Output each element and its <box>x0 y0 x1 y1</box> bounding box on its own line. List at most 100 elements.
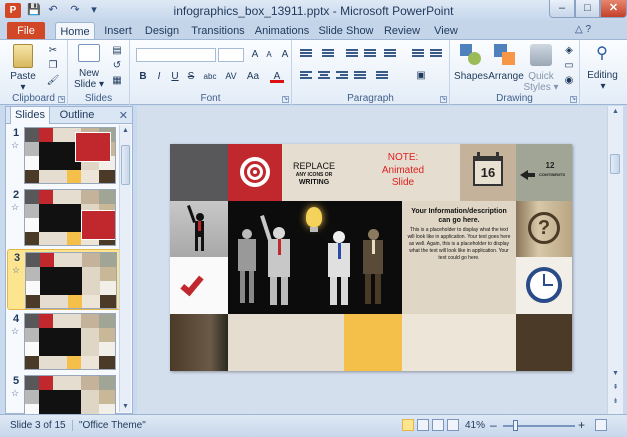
minimize-button[interactable]: – <box>549 0 575 18</box>
slide-thumbnail-2[interactable]: 2 ☆ <box>7 187 123 248</box>
slide-preview[interactable] <box>25 252 117 309</box>
tab-design[interactable]: Design <box>142 22 182 40</box>
tab-file[interactable]: File <box>7 22 45 40</box>
font-color-button[interactable]: A <box>270 70 284 83</box>
help-icon[interactable]: △ ? <box>575 24 591 35</box>
drawing-launcher-icon[interactable]: ↘ <box>570 96 577 103</box>
quick-styles-icon[interactable] <box>530 44 552 66</box>
slide-sorter-icon[interactable] <box>417 419 429 431</box>
shape-fill-icon[interactable]: ◈ <box>562 44 576 57</box>
clipboard-launcher-icon[interactable]: ↘ <box>58 96 65 103</box>
next-slide-icon[interactable]: ⇟ <box>610 396 621 407</box>
zoom-slider-thumb[interactable] <box>513 420 518 431</box>
section-icon[interactable]: ▦ <box>110 74 124 87</box>
tab-home[interactable]: Home <box>55 22 95 40</box>
scrollbar-thumb[interactable] <box>121 145 130 185</box>
close-pane-icon[interactable]: ✕ <box>119 109 128 122</box>
scroll-up-icon[interactable]: ▲ <box>120 125 131 136</box>
strikethrough-button[interactable]: S <box>184 70 198 83</box>
zoom-level[interactable]: 41% <box>465 420 485 431</box>
numbering-icon[interactable] <box>322 49 334 59</box>
font-name-box[interactable] <box>136 48 216 62</box>
convert-smartart-icon[interactable]: ▣ <box>414 69 428 82</box>
line-spacing-icon[interactable] <box>384 49 396 59</box>
slide-preview[interactable] <box>24 313 116 370</box>
slide-thumbnail-4[interactable]: 4 ☆ <box>7 311 123 372</box>
scroll-up-icon[interactable]: ▲ <box>610 106 621 117</box>
clear-format-icon[interactable]: A <box>278 48 292 61</box>
paste-button[interactable]: Paste <box>6 71 40 82</box>
underline-button[interactable]: U <box>168 70 182 83</box>
maximize-button[interactable]: □ <box>575 0 600 18</box>
previous-slide-icon[interactable]: ⇞ <box>610 382 621 393</box>
paste-dropdown-icon[interactable]: ▾ <box>16 82 30 93</box>
change-case-button[interactable]: Aa <box>244 70 262 83</box>
new-slide-dropdown[interactable]: Slide ▾ <box>70 79 108 90</box>
shape-effects-icon[interactable]: ◉ <box>562 74 576 87</box>
format-painter-icon[interactable]: 🖌 <box>46 74 60 87</box>
slide-preview[interactable] <box>24 127 116 184</box>
zoom-in-button[interactable]: + <box>578 418 585 432</box>
paragraph-launcher-icon[interactable]: ↘ <box>440 96 447 103</box>
tab-animations[interactable]: Animations <box>254 22 310 40</box>
slide-show-icon[interactable] <box>447 419 459 431</box>
quick-styles-button[interactable]: Quick <box>524 71 558 82</box>
normal-view-icon[interactable] <box>402 419 414 431</box>
reading-view-icon[interactable] <box>432 419 444 431</box>
text-direction-icon[interactable] <box>412 49 424 59</box>
copy-icon[interactable]: ❐ <box>46 59 60 72</box>
editing-dropdown-icon[interactable]: ▾ <box>596 81 610 92</box>
shadow-button[interactable]: abc <box>200 70 220 83</box>
shapes-icon[interactable] <box>460 44 482 66</box>
paste-icon[interactable] <box>13 44 33 68</box>
spacing-button[interactable]: AV <box>222 70 240 83</box>
cut-icon[interactable]: ✂ <box>46 44 60 57</box>
tab-slide-show[interactable]: Slide Show <box>318 22 374 40</box>
grow-font-icon[interactable]: A <box>248 48 262 61</box>
bullets-icon[interactable] <box>300 49 312 59</box>
align-left-icon[interactable] <box>300 71 312 81</box>
align-text-icon[interactable] <box>430 49 442 59</box>
slide-thumbnail-1[interactable]: 1 ☆ <box>7 125 123 186</box>
editing-button[interactable]: Editing <box>580 70 625 81</box>
binoculars-icon[interactable]: ⚲ <box>592 44 612 64</box>
italic-button[interactable]: I <box>152 70 166 83</box>
font-launcher-icon[interactable]: ↘ <box>282 96 289 103</box>
new-slide-button[interactable]: New <box>72 68 106 79</box>
fit-to-window-icon[interactable] <box>595 419 607 431</box>
slide-canvas[interactable]: REPLACE ANY ICONS OR WRITING NOTE: Anima… <box>170 144 572 371</box>
theme-name[interactable]: "Office Theme" <box>72 420 146 431</box>
tab-view[interactable]: View <box>430 22 462 40</box>
slide-preview[interactable] <box>24 189 116 246</box>
slide-editing-area[interactable]: REPLACE ANY ICONS OR WRITING NOTE: Anima… <box>137 106 607 414</box>
arrange-icon[interactable] <box>494 44 516 66</box>
align-right-icon[interactable] <box>336 71 348 81</box>
slide-thumbnail-3[interactable]: 3 ☆ <box>7 249 123 310</box>
scroll-down-icon[interactable]: ▼ <box>120 401 131 412</box>
slides-pane-scrollbar[interactable]: ▲ ▼ <box>119 125 131 412</box>
increase-indent-icon[interactable] <box>364 49 376 59</box>
align-center-icon[interactable] <box>318 71 330 81</box>
arrange-button[interactable]: Arrange <box>486 71 526 82</box>
bold-button[interactable]: B <box>136 70 150 83</box>
layout-icon[interactable]: ▤ <box>110 44 124 57</box>
decrease-indent-icon[interactable] <box>346 49 358 59</box>
zoom-out-button[interactable]: – <box>490 418 497 432</box>
close-button[interactable]: ✕ <box>600 0 627 18</box>
shrink-font-icon[interactable]: A <box>262 48 276 61</box>
quick-styles-dropdown[interactable]: Styles ▾ <box>522 82 560 93</box>
font-size-box[interactable] <box>218 48 244 62</box>
scroll-down-icon[interactable]: ▼ <box>610 368 621 379</box>
shape-outline-icon[interactable]: ▭ <box>562 59 576 72</box>
slide-area-scrollbar[interactable]: ▲ ▼ ⇞ ⇟ <box>607 106 623 414</box>
justify-icon[interactable] <box>354 71 366 81</box>
new-slide-icon[interactable] <box>78 44 100 62</box>
tab-review[interactable]: Review <box>382 22 422 40</box>
tab-slides[interactable]: Slides <box>10 107 50 124</box>
scrollbar-thumb[interactable] <box>610 154 620 174</box>
tab-insert[interactable]: Insert <box>100 22 136 40</box>
tab-transitions[interactable]: Transitions <box>190 22 246 40</box>
reset-icon[interactable]: ↺ <box>110 59 124 72</box>
shapes-button[interactable]: Shapes <box>452 71 490 82</box>
tab-outline[interactable]: Outline <box>54 107 100 124</box>
